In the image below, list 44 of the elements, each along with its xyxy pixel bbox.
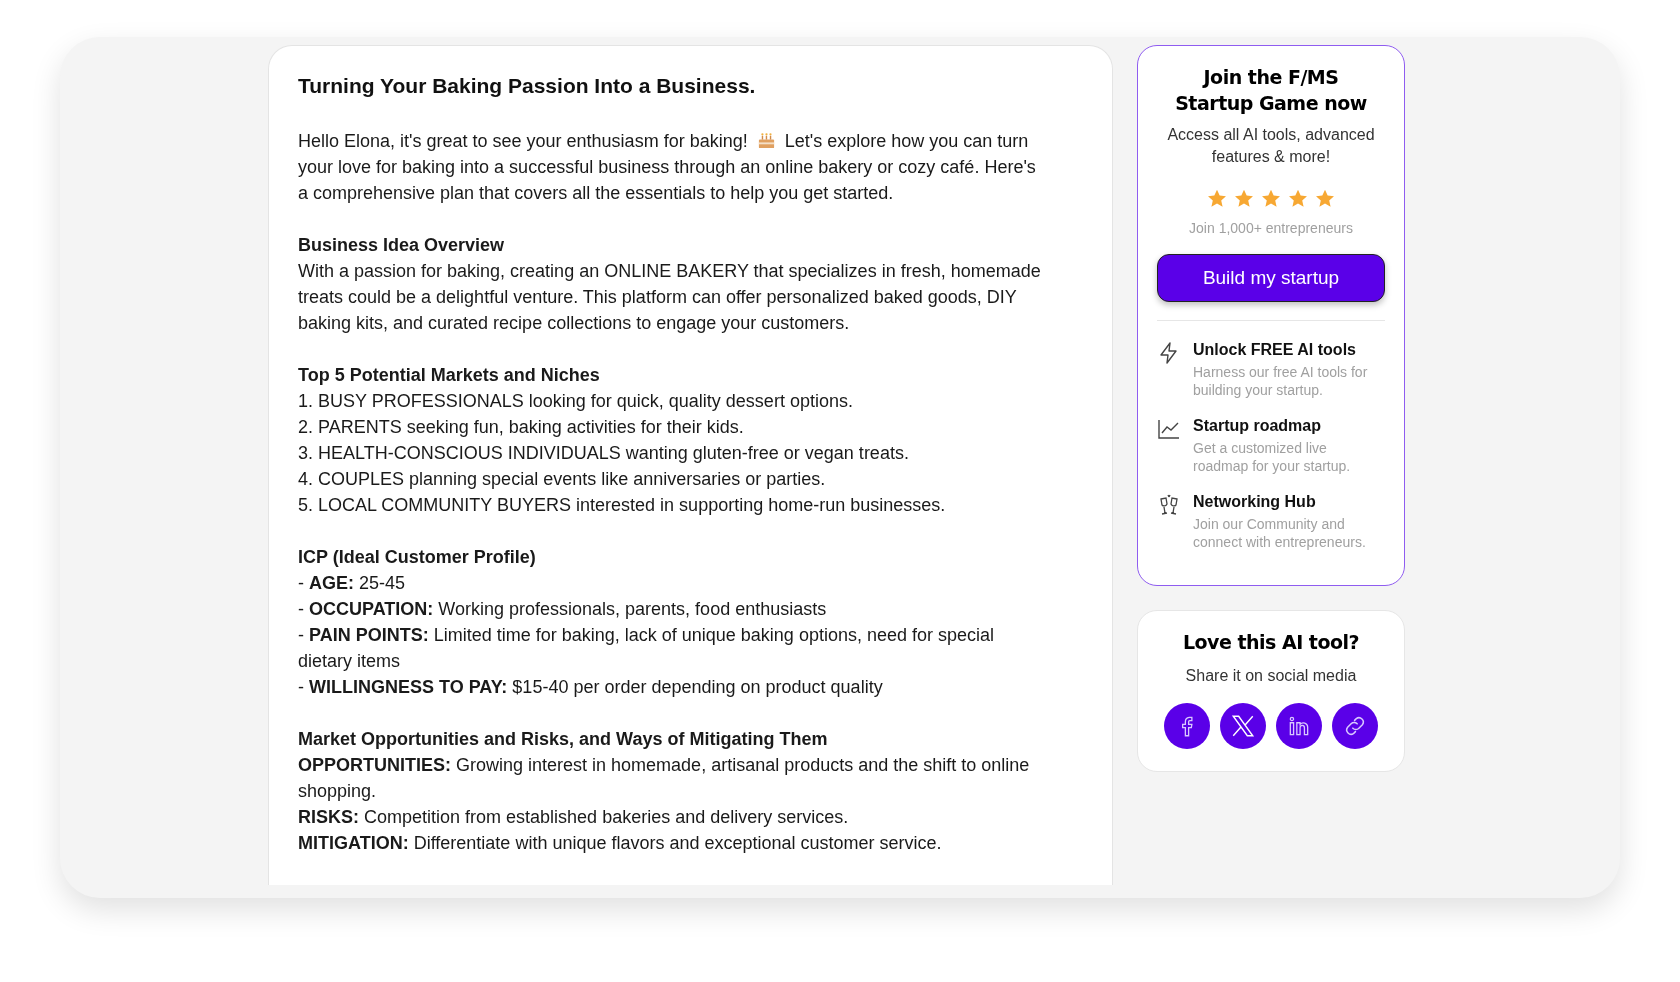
intro-paragraph: Hello Elona, it's great to see your enthusiasm for baking! Let's explore how you can turn your love for baking into a successful business through an online bakery or cozy café. Here's a comprehensive plan that covers all the essentials to help you get started. bbox=[298, 130, 1037, 205]
glasses-toast-icon bbox=[1157, 493, 1181, 517]
body-text: 2. PARENTS seeking fun, baking activities for their kids. bbox=[298, 416, 745, 439]
body-text: 1. BUSY PROFESSIONALS looking for quick, quality dessert options. bbox=[298, 390, 854, 413]
body-text: With a passion for baking, creating an ONLINE BAKERY that specializes in fresh, homemade treats could be a delightful venture. This platform can offer personalized baked goods, DIY baking kits, and curated recipe collections to engage your customers. bbox=[298, 260, 1042, 335]
promo-subtitle: Access all AI tools, advanced features & more! bbox=[1166, 125, 1376, 167]
body-text: - OCCUPATION: Working professionals, parents, food enthusiasts bbox=[298, 598, 828, 621]
line-chart-icon bbox=[1157, 417, 1181, 441]
feature-title: Unlock FREE AI tools bbox=[1193, 340, 1357, 360]
section-heading: Market Opportunities and Risks, and Ways of Mitigating Them bbox=[298, 728, 829, 751]
star-icon bbox=[1314, 188, 1336, 210]
feature-description: Harness our free AI tools for building your startup. bbox=[1193, 363, 1369, 399]
body-text: 4. COUPLES planning special events like anniversaries or parties. bbox=[298, 468, 827, 491]
promo-title: Join the F/MS Startup Game now bbox=[1174, 65, 1368, 116]
body-text: RISKS: Competition from established bakeries and delivery services. bbox=[298, 806, 850, 829]
star-icon bbox=[1233, 188, 1255, 210]
body-text: 5. LOCAL COMMUNITY BUYERS interested in supporting home-run businesses. bbox=[298, 494, 947, 517]
copy-link-button[interactable] bbox=[1332, 703, 1378, 749]
facebook-button[interactable] bbox=[1164, 703, 1210, 749]
feature-title: Networking Hub bbox=[1193, 492, 1317, 512]
social-proof-text: Join 1,000+ entrepreneurs bbox=[1189, 220, 1353, 236]
feature-description: Get a customized live roadmap for your startup. bbox=[1193, 439, 1352, 475]
build-startup-button[interactable]: Build my startup bbox=[1157, 254, 1385, 302]
share-title: Love this AI tool? bbox=[1182, 631, 1360, 653]
body-text: - PAIN POINTS: Limited time for baking, lack of unique baking options, need for special dietary items bbox=[298, 624, 995, 673]
body-text: - WILLINGNESS TO PAY: $15-40 per order depending on product quality bbox=[298, 676, 884, 699]
article-title: Turning Your Baking Passion Into a Business. bbox=[298, 74, 757, 98]
body-text: 3. HEALTH-CONSCIOUS INDIVIDUALS wanting gluten-free or vegan treats. bbox=[298, 442, 910, 465]
section-heading: Top 5 Potential Markets and Niches bbox=[298, 364, 601, 387]
x-button[interactable] bbox=[1220, 703, 1266, 749]
feature-description: Join our Community and connect with entrepreneurs. bbox=[1193, 515, 1367, 551]
linkedin-button[interactable] bbox=[1276, 703, 1322, 749]
section-heading: Business Idea Overview bbox=[298, 234, 506, 257]
cake-icon bbox=[756, 131, 776, 150]
x-logo-icon bbox=[1230, 713, 1256, 739]
feature-title: Startup roadmap bbox=[1193, 416, 1322, 436]
body-text: MITIGATION: Differentiate with unique flavors and exceptional customer service. bbox=[298, 832, 943, 855]
body-text: OPPORTUNITIES: Growing interest in homemade, artisanal products and the shift to online shopping. bbox=[298, 754, 1031, 803]
star-icon bbox=[1287, 188, 1309, 210]
share-subtitle: Share it on social media bbox=[1185, 667, 1357, 685]
section-heading: ICP (Ideal Customer Profile) bbox=[298, 546, 537, 569]
star-icon bbox=[1206, 188, 1228, 210]
body-text: - AGE: 25-45 bbox=[298, 572, 407, 595]
star-icon bbox=[1260, 188, 1282, 210]
